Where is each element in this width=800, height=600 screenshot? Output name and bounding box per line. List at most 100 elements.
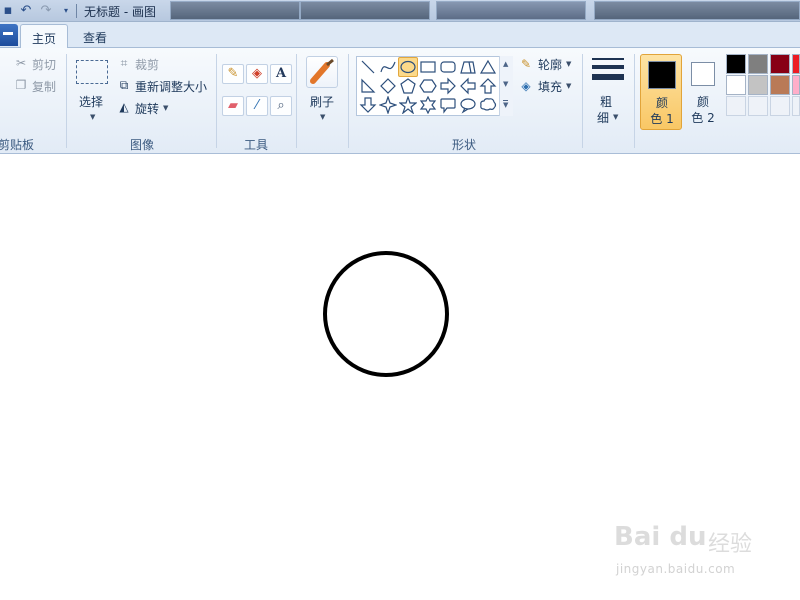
eraser-icon[interactable]: ▰ xyxy=(222,96,244,116)
outline-button[interactable]: 轮廓 xyxy=(538,56,562,73)
tab-view[interactable]: 查看 xyxy=(72,24,118,49)
rounded-rectangle-shape-icon[interactable] xyxy=(439,58,457,76)
four-point-star-shape-icon[interactable] xyxy=(378,95,398,115)
palette-swatch[interactable] xyxy=(792,75,800,95)
curve-shape-icon[interactable] xyxy=(379,58,397,76)
copy-icon: ❐ xyxy=(15,78,27,92)
size-label-line2[interactable]: 细 xyxy=(597,109,609,126)
customize-qat-icon[interactable]: ▾ xyxy=(58,3,74,19)
fill-icon: ◈ xyxy=(521,79,531,93)
down-arrow-shape-icon[interactable] xyxy=(359,96,377,114)
drawing-canvas[interactable]: Bai du 经验 jingyan.baidu.com xyxy=(0,154,800,600)
rotate-button[interactable]: 旋转 xyxy=(135,100,159,117)
copy-button[interactable]: 复制 xyxy=(32,78,56,95)
line-width-icon xyxy=(592,58,624,80)
group-separator xyxy=(582,54,583,148)
rounded-callout-shape-icon[interactable] xyxy=(439,96,457,114)
size-label-line1[interactable]: 粗 xyxy=(600,93,612,110)
right-arrow-shape-icon[interactable] xyxy=(439,77,457,95)
five-point-star-shape-icon[interactable] xyxy=(398,95,418,115)
palette-swatch[interactable] xyxy=(770,75,790,95)
text-icon[interactable]: A xyxy=(270,64,292,84)
undo-icon[interactable]: ↶ xyxy=(18,3,34,19)
watermark: Bai du 经验 jingyan.baidu.com xyxy=(588,514,788,584)
diamond-shape-icon[interactable] xyxy=(379,77,397,95)
palette-swatch[interactable] xyxy=(748,54,768,74)
palette-swatch[interactable] xyxy=(748,96,768,116)
drawn-circle[interactable] xyxy=(322,250,450,378)
palette-swatch[interactable] xyxy=(770,96,790,116)
resize-button[interactable]: 重新调整大小 xyxy=(135,78,207,95)
palette-swatch[interactable] xyxy=(792,54,800,74)
background-window xyxy=(300,1,430,20)
line-shape-icon[interactable] xyxy=(359,58,377,76)
brush-icon xyxy=(306,56,338,88)
shapes-group-label: 形状 xyxy=(451,138,476,152)
fill-bucket-icon[interactable]: ◈ xyxy=(246,64,268,84)
color-picker-icon[interactable]: ⁄ xyxy=(246,96,268,116)
select-button[interactable]: 选择 xyxy=(79,93,103,110)
outline-dropdown-icon[interactable]: ▼ xyxy=(566,60,571,68)
pentagon-shape-icon[interactable] xyxy=(399,77,417,95)
brushes-button[interactable]: 刷子 xyxy=(310,93,334,110)
palette-swatch[interactable] xyxy=(748,75,768,95)
background-window xyxy=(594,1,800,20)
oval-shape-icon[interactable] xyxy=(398,57,418,77)
brushes-dropdown-icon[interactable]: ▼ xyxy=(320,113,325,121)
crop-icon: ⌗ xyxy=(120,56,128,70)
outline-icon: ✎ xyxy=(520,57,532,71)
palette-swatch[interactable] xyxy=(726,75,746,95)
window-title: 无标题 - 画图 xyxy=(84,5,156,19)
tools-group-label: 工具 xyxy=(243,138,268,152)
redo-icon[interactable]: ↷ xyxy=(38,3,54,19)
scroll-up-icon[interactable]: ▲ xyxy=(503,60,508,68)
right-triangle-shape-icon[interactable] xyxy=(359,77,377,95)
pencil-icon[interactable]: ✎ xyxy=(222,64,244,84)
title-separator xyxy=(76,4,77,18)
cloud-callout-shape-icon[interactable] xyxy=(479,96,497,114)
cut-button[interactable]: 剪切 xyxy=(32,56,56,73)
resize-icon: ⧉ xyxy=(119,78,129,92)
ribbon-tab-strip: 主页 查看 xyxy=(0,22,800,49)
oval-callout-shape-icon[interactable] xyxy=(459,96,477,114)
scroll-down-icon[interactable]: ▼ xyxy=(503,80,508,88)
background-window xyxy=(170,1,300,20)
polygon-shape-icon[interactable] xyxy=(459,58,477,76)
size-dropdown-icon[interactable]: ▼ xyxy=(613,113,618,121)
save-icon[interactable]: ▪ xyxy=(0,3,16,19)
rectangle-shape-icon[interactable] xyxy=(419,58,437,76)
palette-swatch[interactable] xyxy=(726,54,746,74)
file-menu-button[interactable] xyxy=(0,24,18,46)
group-separator xyxy=(296,54,297,148)
watermark-text: 经验 xyxy=(708,532,753,557)
shapes-scrollbar[interactable]: ▲ ▼ ▼ xyxy=(499,56,513,116)
select-dropdown-icon[interactable]: ▼ xyxy=(90,113,95,121)
expand-gallery-icon[interactable]: ▼ xyxy=(503,100,509,109)
palette-swatch[interactable] xyxy=(770,54,790,74)
hexagon-shape-icon[interactable] xyxy=(419,77,437,95)
tab-home[interactable]: 主页 xyxy=(20,24,68,49)
color1-swatch xyxy=(648,61,676,89)
color2-swatch xyxy=(691,62,715,86)
color2-label-line1: 颜 xyxy=(696,95,709,109)
six-point-star-shape-icon[interactable] xyxy=(419,95,437,115)
color2-button[interactable]: 颜 色 2 xyxy=(682,54,724,130)
up-arrow-shape-icon[interactable] xyxy=(479,77,497,95)
fill-button[interactable]: 填充 xyxy=(538,78,562,95)
title-bar: ▪ ↶ ↷ ▾ 无标题 - 画图 xyxy=(0,0,800,22)
rotate-dropdown-icon[interactable]: ▼ xyxy=(163,104,168,112)
group-separator xyxy=(66,54,67,148)
color1-button[interactable]: 颜 色 1 xyxy=(640,54,682,130)
palette-swatch[interactable] xyxy=(792,96,800,116)
watermark-logo: Bai du xyxy=(614,522,707,552)
left-arrow-shape-icon[interactable] xyxy=(459,77,477,95)
background-window xyxy=(436,1,586,20)
group-separator xyxy=(216,54,217,148)
scissors-icon: ✂ xyxy=(15,56,27,70)
magnifier-icon[interactable]: ⌕ xyxy=(270,96,292,116)
triangle-shape-icon[interactable] xyxy=(479,58,497,76)
crop-button[interactable]: 裁剪 xyxy=(135,56,159,73)
fill-dropdown-icon[interactable]: ▼ xyxy=(566,82,571,90)
group-separator xyxy=(348,54,349,148)
palette-swatch[interactable] xyxy=(726,96,746,116)
